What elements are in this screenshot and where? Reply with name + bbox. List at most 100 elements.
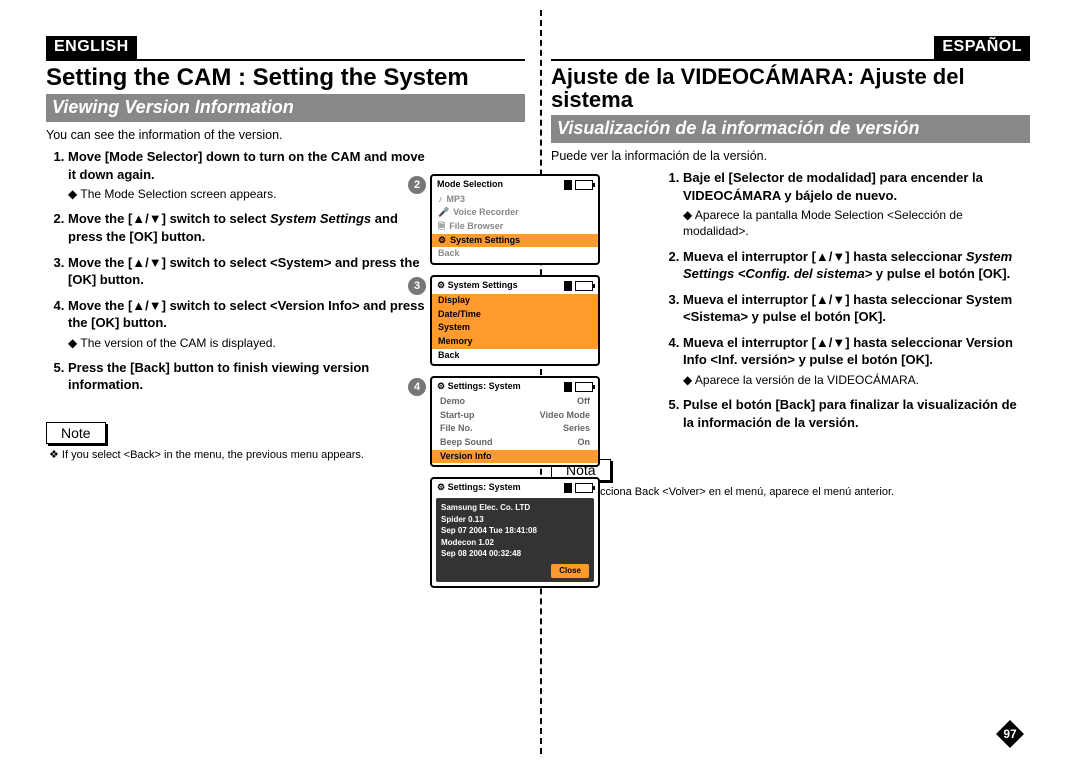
menu-item-file-browser[interactable]: 🗎 File Browser (432, 220, 598, 234)
step-3-es: Mueva el interruptor [▲/▼] hasta selecci… (683, 291, 1030, 326)
note-label-en: Note (46, 422, 106, 444)
menu-item-back-3[interactable]: Back (432, 349, 598, 363)
version-info-screen: ⚙ Settings: System Samsung Elec. Co. LTD… (430, 477, 600, 588)
step-2-es: Mueva el interruptor [▲/▼] hasta selecci… (683, 248, 1030, 283)
step-5-en: Press the [Back] button to finish viewin… (68, 359, 429, 394)
step-1-es: Baje el [Selector de modalidad] para enc… (683, 169, 1030, 239)
kv-version-info[interactable]: Version Info (432, 450, 598, 464)
menu-item-system[interactable]: System (432, 321, 598, 335)
card-icon (564, 483, 572, 493)
step-4-sub: The version of the CAM is displayed. (68, 335, 429, 351)
step-4-sub-es: Aparece la versión de la VIDEOCÁMARA. (683, 372, 1030, 388)
page-number: 97 (996, 720, 1024, 748)
card-icon (564, 281, 572, 291)
step-badge-3: 3 (408, 277, 426, 295)
spanish-column: ESPAÑOL Ajuste de la VIDEOCÁMARA: Ajuste… (551, 36, 1030, 500)
fb-label: File Browser (449, 221, 503, 233)
step-4-text-es: Mueva el interruptor [▲/▼] hasta selecci… (683, 335, 1013, 368)
settings-system-screen: ⚙ Settings: System Demo Off Start-up Video… (430, 376, 600, 467)
step-5-es: Pulse el botón [Back] para finalizar la … (683, 396, 1030, 431)
menu-item-back[interactable]: Back (432, 247, 598, 261)
s4-title-text: Settings: System (448, 381, 521, 391)
step-2a: Move the [▲/▼] switch to select (68, 211, 270, 226)
screen-4-title: ⚙ Settings: System (437, 381, 521, 393)
menu-item-mp3[interactable]: ♪ MP3 (432, 193, 598, 207)
menu-item-system-settings[interactable]: ⚙ System Settings (432, 234, 598, 248)
battery-icon (575, 382, 593, 392)
back-label-2: Back (438, 248, 460, 260)
step-4-text: Move the [▲/▼] switch to select <Version… (68, 298, 425, 331)
step-2b: System Settings (270, 211, 371, 226)
kv-demo[interactable]: Demo Off (432, 395, 598, 409)
manual-page: ENGLISH Setting the CAM : Setting the Sy… (0, 0, 1080, 764)
ver-line-1: Samsung Elec. Co. LTD (441, 502, 589, 514)
rule-top-en (46, 59, 525, 61)
status-icons (564, 180, 593, 190)
page-title-es: Ajuste de la VIDEOCÁMARA: Ajuste del sis… (551, 65, 1030, 111)
screen-2-title: Mode Selection (437, 179, 503, 191)
v-demo: Off (577, 396, 590, 408)
screen-3-wrap: 3 ⚙ System Settings Display Date/Time Sy… (430, 275, 616, 366)
close-button[interactable]: Close (551, 564, 589, 578)
intro-en: You can see the information of the versi… (46, 128, 525, 142)
step-3-en: Move the [▲/▼] switch to select <System>… (68, 254, 429, 289)
v-startup: Video Mode (540, 410, 590, 422)
rule-top-es (551, 59, 1030, 61)
steps-list-es: Baje el [Selector de modalidad] para enc… (661, 169, 1030, 431)
screen-2-wrap: 2 Mode Selection ♪ MP3 🎤 Voice Recorder … (430, 174, 616, 265)
ver-line-3: Sep 07 2004 Tue 18:41:08 (441, 525, 589, 537)
s5-title-text: Settings: System (448, 482, 521, 492)
menu-item-display[interactable]: Display (432, 294, 598, 308)
k-ver: Version Info (440, 451, 492, 463)
step-4-en: Move the [▲/▼] switch to select <Version… (68, 297, 429, 351)
step-2-en: Move the [▲/▼] switch to select System S… (68, 210, 429, 245)
screen-3-title: ⚙ System Settings (437, 280, 518, 292)
step-1-sub-es: Aparece la pantalla Mode Selection <Sele… (683, 207, 1030, 239)
mode-selection-screen: Mode Selection ♪ MP3 🎤 Voice Recorder 🗎 … (430, 174, 600, 265)
k-beep: Beep Sound (440, 437, 493, 449)
page-title-en: Setting the CAM : Setting the System (46, 65, 525, 90)
s3-title-text: System Settings (448, 280, 518, 290)
system-settings-screen: ⚙ System Settings Display Date/Time Syst… (430, 275, 600, 366)
ver-line-2: Spider 0.13 (441, 514, 589, 526)
kv-fileno[interactable]: File No. Series (432, 422, 598, 436)
ver-line-5: Sep 08 2004 00:32:48 (441, 548, 589, 560)
status-icons-3 (564, 281, 593, 291)
step-1-text: Move [Mode Selector] down to turn on the… (68, 149, 425, 182)
step-1-en: Move [Mode Selector] down to turn on the… (68, 148, 429, 202)
v-beep: On (578, 437, 591, 449)
screen-4-wrap: 4 ⚙ Settings: System DemoOff Start-upVid… (430, 376, 616, 467)
step-1-text-es: Baje el [Selector de modalidad] para enc… (683, 170, 983, 203)
ver-line-4: Modecon 1.02 (441, 537, 589, 549)
ss-label: System Settings (450, 235, 520, 247)
step-1-sub: The Mode Selection screen appears. (68, 186, 429, 202)
k-startup: Start-up (440, 410, 475, 422)
kv-startup[interactable]: Start-up Video Mode (432, 409, 598, 423)
k-demo: Demo (440, 396, 465, 408)
v-fileno: Series (563, 423, 590, 435)
intro-es: Puede ver la información de la versión. (551, 149, 1030, 163)
menu-item-datetime[interactable]: Date/Time (432, 308, 598, 322)
section-heading-es: Visualización de la información de versi… (551, 115, 1030, 143)
battery-icon (575, 281, 593, 291)
menu-item-voice-recorder[interactable]: 🎤 Voice Recorder (432, 206, 598, 220)
k-fileno: File No. (440, 423, 473, 435)
status-icons-4 (564, 382, 593, 392)
step-4-es: Mueva el interruptor [▲/▼] hasta selecci… (683, 334, 1030, 388)
status-icons-5 (564, 483, 593, 493)
step-2a-es: Mueva el interruptor [▲/▼] hasta selecci… (683, 249, 966, 264)
device-screens-column: 2 Mode Selection ♪ MP3 🎤 Voice Recorder … (430, 174, 616, 598)
mp3-label: MP3 (447, 194, 466, 206)
step-2c-es: y pulse el botón [OK]. (872, 266, 1010, 281)
battery-icon (575, 483, 593, 493)
language-badge-en: ENGLISH (46, 36, 137, 59)
vr-label: Voice Recorder (453, 207, 518, 219)
screen-5-title: ⚙ Settings: System (437, 482, 521, 494)
language-badge-es: ESPAÑOL (934, 36, 1030, 59)
kv-beep[interactable]: Beep Sound On (432, 436, 598, 450)
menu-item-memory[interactable]: Memory (432, 335, 598, 349)
card-icon (564, 382, 572, 392)
card-icon (564, 180, 572, 190)
battery-icon (575, 180, 593, 190)
section-heading-en: Viewing Version Information (46, 94, 525, 122)
